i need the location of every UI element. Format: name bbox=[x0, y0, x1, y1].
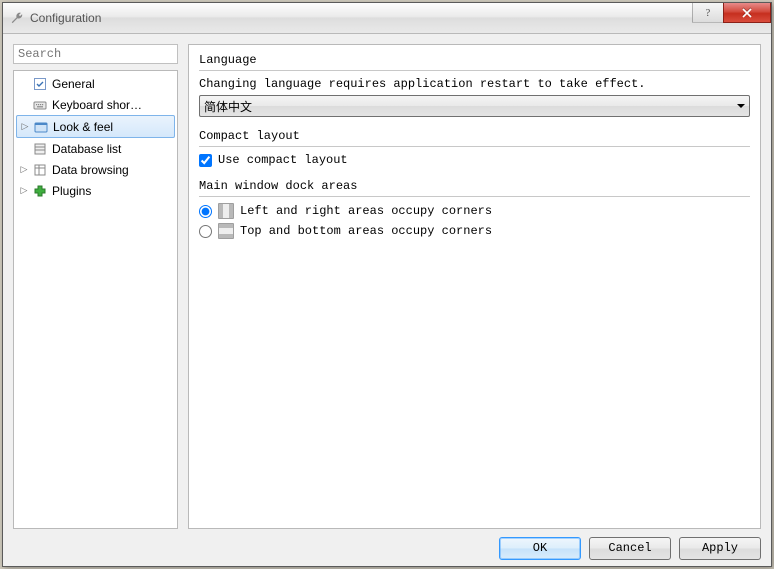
compact-header: Compact layout bbox=[199, 129, 750, 147]
dock-option1-label: Left and right areas occupy corners bbox=[240, 204, 492, 218]
tree-item-data-browsing[interactable]: ▷ Data browsing bbox=[14, 159, 177, 180]
close-button[interactable] bbox=[723, 3, 771, 23]
titlebar: Configuration ? bbox=[3, 3, 771, 34]
category-tree[interactable]: General Keyboard shor… ▷ bbox=[13, 70, 178, 529]
apply-button[interactable]: Apply bbox=[679, 537, 761, 560]
dock-option2-label: Top and bottom areas occupy corners bbox=[240, 224, 492, 238]
tree-item-label: Plugins bbox=[52, 184, 91, 198]
cancel-button[interactable]: Cancel bbox=[589, 537, 671, 560]
expander-icon[interactable]: ▷ bbox=[18, 185, 30, 196]
compact-checkbox-label: Use compact layout bbox=[218, 153, 348, 167]
configuration-window: Configuration ? bbox=[2, 2, 772, 567]
tree-item-database-list[interactable]: Database list bbox=[14, 138, 177, 159]
tree-item-label: Keyboard shor… bbox=[52, 98, 142, 112]
appearance-icon bbox=[33, 119, 49, 135]
window-title: Configuration bbox=[30, 11, 101, 25]
tree-item-plugins[interactable]: ▷ Plugins bbox=[14, 180, 177, 201]
language-hint: Changing language requires application r… bbox=[199, 77, 750, 91]
tree-item-general[interactable]: General bbox=[14, 73, 177, 94]
dock-radio-1[interactable] bbox=[199, 205, 212, 218]
left-panel: General Keyboard shor… ▷ bbox=[13, 44, 178, 529]
dock-radio-2[interactable] bbox=[199, 225, 212, 238]
tree-item-label: Data browsing bbox=[52, 163, 129, 177]
language-section: Language Changing language requires appl… bbox=[199, 53, 750, 117]
dock-tb-icon bbox=[218, 223, 234, 239]
checkbox-icon bbox=[32, 76, 48, 92]
plugin-icon bbox=[32, 183, 48, 199]
svg-text:?: ? bbox=[706, 8, 711, 19]
language-value: 简体中文 bbox=[204, 98, 252, 115]
settings-panel: Language Changing language requires appl… bbox=[188, 44, 761, 529]
database-icon bbox=[32, 141, 48, 157]
wrench-icon bbox=[9, 10, 25, 26]
use-compact-layout-checkbox[interactable]: Use compact layout bbox=[199, 153, 750, 167]
tree-item-label: Look & feel bbox=[53, 120, 113, 134]
tree-item-keyboard-shortcuts[interactable]: Keyboard shor… bbox=[14, 94, 177, 115]
keyboard-icon bbox=[32, 97, 48, 113]
workarea: General Keyboard shor… ▷ bbox=[13, 44, 761, 529]
dock-lr-icon bbox=[218, 203, 234, 219]
language-header: Language bbox=[199, 53, 750, 71]
tree-item-look-and-feel[interactable]: ▷ Look & feel bbox=[16, 115, 175, 138]
compact-layout-section: Compact layout Use compact layout bbox=[199, 129, 750, 167]
window-buttons: ? bbox=[692, 3, 771, 23]
tree-item-label: Database list bbox=[52, 142, 121, 156]
compact-checkbox-input[interactable] bbox=[199, 154, 212, 167]
language-combobox[interactable]: 简体中文 bbox=[199, 95, 750, 117]
dock-header: Main window dock areas bbox=[199, 179, 750, 197]
tree-item-label: General bbox=[52, 77, 95, 91]
dialog-buttons: OK Cancel Apply bbox=[13, 529, 761, 560]
search-input[interactable] bbox=[13, 44, 178, 64]
dock-option-top-bottom[interactable]: Top and bottom areas occupy corners bbox=[199, 223, 750, 239]
client-area: General Keyboard shor… ▷ bbox=[3, 34, 771, 566]
ok-button[interactable]: OK bbox=[499, 537, 581, 560]
dock-option-left-right[interactable]: Left and right areas occupy corners bbox=[199, 203, 750, 219]
chevron-down-icon bbox=[737, 104, 745, 108]
expander-icon[interactable]: ▷ bbox=[19, 121, 31, 132]
help-button[interactable]: ? bbox=[692, 3, 724, 23]
dock-areas-section: Main window dock areas Left and right ar… bbox=[199, 179, 750, 239]
expander-icon[interactable]: ▷ bbox=[18, 164, 30, 175]
table-icon bbox=[32, 162, 48, 178]
